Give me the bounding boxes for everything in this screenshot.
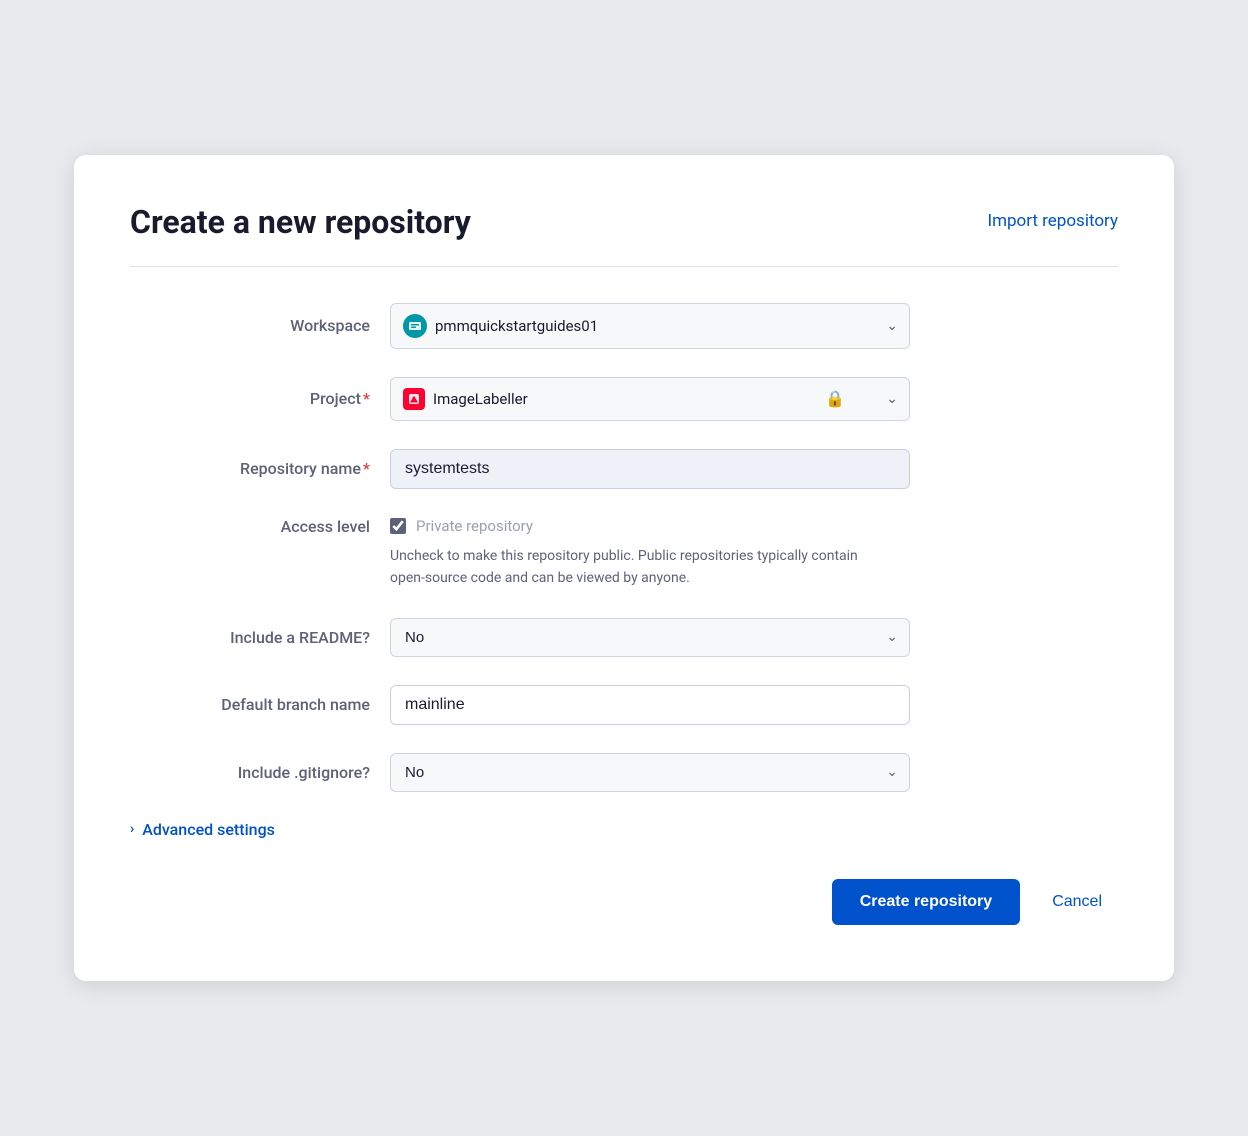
create-repository-button[interactable]: Create repository — [832, 879, 1021, 925]
branch-name-input[interactable] — [390, 685, 910, 725]
readme-control: No Yes ⌄ — [390, 618, 910, 657]
access-level-label: Access level — [130, 517, 390, 536]
project-select-display[interactable]: ImageLabeller 🔒 — [390, 377, 910, 421]
project-control: ImageLabeller 🔒 ⌄ — [390, 377, 910, 421]
repo-name-control — [390, 449, 910, 489]
gitignore-select[interactable]: No Yes — [390, 753, 910, 792]
access-level-control: Private repository Uncheck to make this … — [390, 517, 910, 590]
repo-name-row: Repository name* — [130, 449, 1118, 489]
form-footer: Create repository Cancel — [130, 879, 1118, 925]
workspace-row: Workspace pmmquickstartguides01 ⌄ — [130, 303, 1118, 349]
project-value: ImageLabeller — [433, 390, 528, 408]
branch-control — [390, 685, 910, 725]
gitignore-row: Include .gitignore? No Yes ⌄ — [130, 753, 1118, 792]
advanced-settings-row: › Advanced settings — [130, 820, 1118, 839]
access-level-row: Access level Private repository Uncheck … — [130, 517, 1118, 590]
private-repo-checkbox[interactable] — [390, 518, 406, 534]
cancel-button[interactable]: Cancel — [1036, 879, 1118, 925]
workspace-select-wrapper[interactable]: pmmquickstartguides01 ⌄ — [390, 303, 910, 349]
readme-select-wrapper[interactable]: No Yes ⌄ — [390, 618, 910, 657]
repo-name-required-star: * — [363, 459, 370, 478]
project-icon — [403, 388, 425, 410]
workspace-value: pmmquickstartguides01 — [435, 317, 598, 335]
workspace-control: pmmquickstartguides01 ⌄ — [390, 303, 910, 349]
gitignore-select-wrapper[interactable]: No Yes ⌄ — [390, 753, 910, 792]
lock-icon: 🔒 — [825, 389, 845, 408]
workspace-label: Workspace — [130, 316, 390, 335]
header-divider — [130, 266, 1118, 267]
gitignore-control: No Yes ⌄ — [390, 753, 910, 792]
page-title: Create a new repository — [130, 203, 471, 241]
readme-row: Include a README? No Yes ⌄ — [130, 618, 1118, 657]
project-select-wrapper[interactable]: ImageLabeller 🔒 ⌄ — [390, 377, 910, 421]
modal-header: Create a new repository Import repositor… — [130, 203, 1118, 241]
branch-row: Default branch name — [130, 685, 1118, 725]
workspace-select-display[interactable]: pmmquickstartguides01 — [390, 303, 910, 349]
project-label: Project* — [130, 389, 390, 408]
repo-name-input[interactable] — [390, 449, 910, 489]
advanced-chevron-right-icon: › — [130, 821, 134, 837]
project-row: Project* ImageLabeller 🔒 ⌄ — [130, 377, 1118, 421]
private-repo-label: Private repository — [416, 517, 533, 535]
branch-label: Default branch name — [130, 695, 390, 714]
project-required-star: * — [363, 389, 370, 408]
workspace-icon — [403, 314, 427, 338]
repository-form: Workspace pmmquickstartguides01 ⌄ — [130, 303, 1118, 925]
advanced-settings-link[interactable]: Advanced settings — [142, 820, 275, 839]
readme-select[interactable]: No Yes — [390, 618, 910, 657]
import-repository-link[interactable]: Import repository — [987, 203, 1118, 231]
private-repo-checkbox-row: Private repository — [390, 517, 910, 535]
readme-label: Include a README? — [130, 628, 390, 647]
create-repository-modal: Create a new repository Import repositor… — [74, 155, 1174, 980]
repo-name-label: Repository name* — [130, 459, 390, 478]
gitignore-label: Include .gitignore? — [130, 763, 390, 782]
access-level-description: Uncheck to make this repository public. … — [390, 545, 870, 590]
